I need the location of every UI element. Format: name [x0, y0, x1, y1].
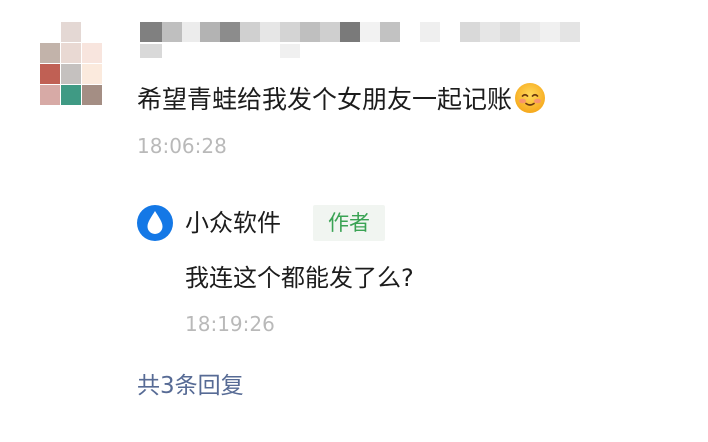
reply-timestamp: 18:19:26 [185, 312, 275, 336]
comment-author-avatar[interactable] [40, 22, 102, 105]
reply-author-name[interactable]: 小众软件 [185, 207, 281, 239]
reply-text: 我连这个都能发了么? [185, 264, 414, 292]
water-drop-icon [137, 205, 173, 241]
view-all-replies-link[interactable]: 共3条回复 [137, 370, 244, 402]
comment-text-content: 希望青蛙给我发个女朋友一起记账 [137, 85, 513, 114]
smiling-face-icon [514, 82, 546, 114]
comment-timestamp: 18:06:28 [137, 134, 227, 158]
reply-author-avatar[interactable] [136, 204, 174, 242]
comment-text: 希望青蛙给我发个女朋友一起记账 [137, 82, 546, 118]
comment-author-name-redacted [140, 22, 600, 62]
author-badge: 作者 [313, 205, 385, 241]
